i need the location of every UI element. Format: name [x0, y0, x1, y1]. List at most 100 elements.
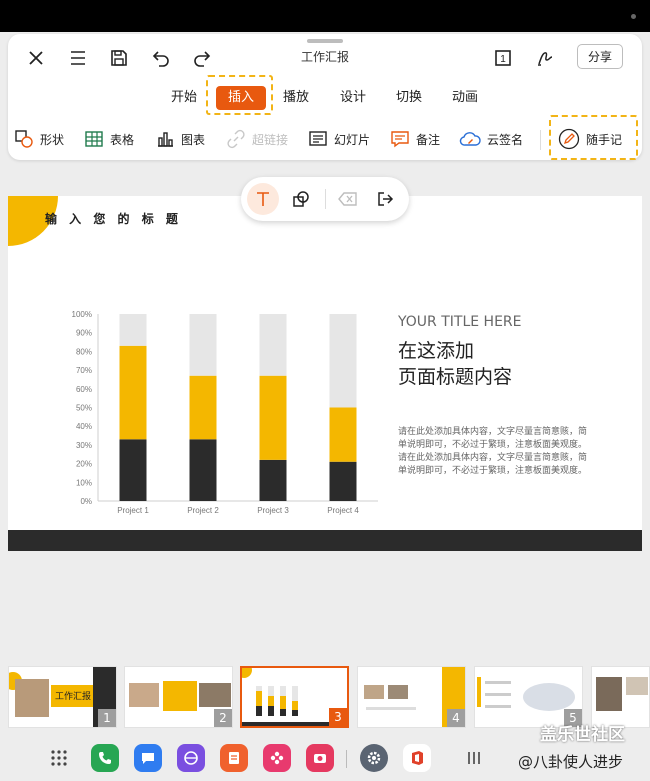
drag-handle[interactable] [307, 39, 343, 43]
bar-segment [189, 314, 217, 376]
y-tick-label: 20% [76, 460, 92, 469]
shapes-icon [15, 130, 33, 148]
bar-segment [329, 314, 357, 408]
office-app-icon[interactable] [403, 744, 431, 772]
bar-segment [119, 345, 147, 440]
body-text-line-4: 单说明即可，不必过于繁琐，注意板面美观度。 [398, 466, 588, 476]
status-dot [631, 14, 636, 19]
x-tick-label: Project 3 [257, 506, 289, 515]
status-bar [0, 0, 650, 32]
page-count-icon[interactable]: 1 [489, 44, 517, 72]
exit-icon[interactable] [369, 183, 401, 215]
bar-segment [119, 314, 147, 346]
slide-thumbnail-4[interactable]: 4 [357, 666, 466, 728]
tool-chart[interactable]: 图表 [155, 128, 205, 150]
watermark-author: @八卦使人进步 [518, 753, 624, 771]
floating-edit-bar [241, 177, 409, 221]
tool-shapes[interactable]: 形状 [14, 128, 64, 150]
slide-canvas[interactable]: 输 入 您 的 标 题 0% 10% 20% 30% 40% 50% 60% 70% 80% 90… [8, 196, 642, 551]
bar-segment [189, 439, 217, 501]
tool-cloud-sign-label: 云签名 [487, 132, 524, 147]
title-chinese-line-1: 在这添加 [398, 340, 475, 362]
bar-segment [329, 407, 357, 462]
tool-hyperlink[interactable]: 超链接 [226, 128, 288, 150]
y-tick-label: 40% [76, 422, 92, 431]
note-icon [391, 131, 409, 148]
tab-play[interactable]: 播放 [283, 88, 309, 108]
share-button[interactable]: 分享 [577, 44, 623, 69]
y-tick-label: 0% [80, 497, 92, 506]
tool-chart-label: 图表 [181, 132, 206, 147]
quick-note-highlight [549, 115, 638, 160]
app-drawer-icon[interactable] [45, 744, 73, 772]
y-tick-label: 60% [76, 385, 92, 394]
tool-notes[interactable]: 备注 [390, 128, 440, 150]
bar-segment [189, 375, 217, 440]
delete-icon[interactable] [332, 183, 364, 215]
tool-hyperlink-label: 超链接 [252, 132, 289, 147]
title-english: YOUR TITLE HERE [398, 314, 522, 330]
bar-segment [259, 314, 287, 376]
slide-footer-bar [8, 530, 642, 551]
undo-icon[interactable] [147, 44, 175, 72]
slides-icon [309, 131, 327, 146]
thumbnail-2-number: 2 [214, 709, 232, 727]
thumbnail-1-number: 1 [98, 709, 116, 727]
body-text-line-2: 单说明即可，不必过于繁琐，注意板面美观度。 [398, 440, 588, 450]
tool-slides[interactable]: 幻灯片 [308, 128, 370, 150]
table-icon [85, 131, 103, 147]
y-tick-label: 50% [76, 404, 92, 413]
chart-icon [158, 132, 173, 147]
tab-transition[interactable]: 切换 [396, 88, 422, 108]
tool-cloud-sign[interactable]: 云签名 [459, 128, 523, 150]
insert-tools: 形状 表格 图表 超链接 幻灯片 备注 云签名 随手记 [8, 122, 642, 156]
page-count-label: 1 [500, 54, 506, 65]
slide-thumbnail-5[interactable]: 5 [474, 666, 583, 728]
bar-segment [259, 459, 287, 501]
y-tick-label: 70% [76, 366, 92, 375]
y-tick-label: 30% [76, 441, 92, 450]
tool-slides-label: 幻灯片 [334, 132, 371, 147]
y-tick-label: 90% [76, 329, 92, 338]
gallery-app-icon[interactable] [263, 744, 291, 772]
messages-app-icon[interactable] [134, 744, 162, 772]
title-chinese-line-2: 页面标题内容 [398, 366, 513, 388]
close-icon[interactable] [22, 44, 50, 72]
cloud-sign-icon [459, 132, 481, 146]
pen-draw-icon[interactable] [531, 44, 559, 72]
x-tick-label: Project 2 [187, 506, 219, 515]
slide-thumbnail-3[interactable]: 3 [240, 666, 349, 728]
redo-icon[interactable] [188, 44, 216, 72]
ribbon-toolbar: 工作汇报 1 分享 开始 插入 播放 设计 切换 动画 形状 表格 图表 超链接 [8, 34, 642, 160]
link-icon [227, 129, 245, 149]
recent-apps-icon[interactable] [460, 744, 488, 772]
settings-app-icon[interactable] [360, 744, 388, 772]
text-tool-icon[interactable] [247, 183, 279, 215]
tool-notes-label: 备注 [416, 132, 441, 147]
body-text-line-3: 请在此处添加具体内容，文字尽量言简意赅，简 [398, 453, 588, 463]
tool-table[interactable]: 表格 [84, 128, 134, 150]
tab-design[interactable]: 设计 [340, 88, 366, 108]
save-icon[interactable] [105, 44, 133, 72]
y-tick-label: 10% [76, 478, 92, 487]
menu-icon[interactable] [64, 44, 92, 72]
ribbon-tabs: 开始 插入 播放 设计 切换 动画 [8, 80, 642, 116]
bar-segment [119, 439, 147, 501]
notes-app-icon[interactable] [220, 744, 248, 772]
stacked-bar-chart: 0% 10% 20% 30% 40% 50% 60% 70% 80% 90% 100% Project… [72, 310, 378, 515]
insert-tab-highlight [206, 75, 273, 115]
shape-tool-icon[interactable] [285, 183, 317, 215]
camera-app-icon[interactable] [306, 744, 334, 772]
browser-app-icon[interactable] [177, 744, 205, 772]
slide-thumbnail-2[interactable]: 2 [124, 666, 233, 728]
phone-app-icon[interactable] [91, 744, 119, 772]
thumbnail-4-number: 4 [447, 709, 465, 727]
slide-thumbnail-1[interactable]: 工作汇报 1 [8, 666, 117, 728]
thumbnail-1-title: 工作汇报 [55, 692, 92, 702]
bar-segment [259, 375, 287, 460]
tab-start[interactable]: 开始 [171, 88, 197, 108]
document-title: 工作汇报 [300, 50, 349, 64]
slide-thumbnail-6-partial[interactable] [591, 666, 650, 728]
float-bar-separator [325, 189, 326, 209]
tab-animation[interactable]: 动画 [452, 88, 478, 108]
